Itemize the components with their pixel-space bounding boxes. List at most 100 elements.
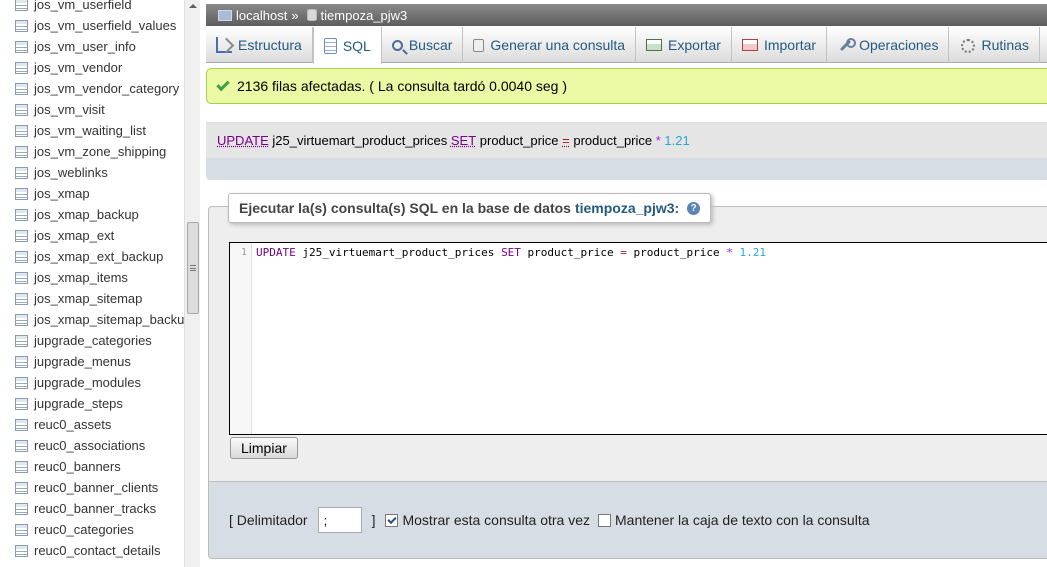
sidebar-table-item[interactable]: jupgrade_categories (0, 330, 184, 351)
tab-sql[interactable]: SQL (312, 27, 382, 64)
keep-box-label[interactable]: Mantener la caja de texto con la consult… (615, 512, 870, 528)
table-icon[interactable] (15, 292, 28, 305)
sidebar-table-item[interactable]: jos_xmap_sitemap_backup (0, 309, 184, 330)
sidebar-table-label[interactable]: jos_xmap_items (34, 270, 128, 285)
table-icon[interactable] (15, 19, 28, 32)
sidebar-table-label[interactable]: jos_xmap_sitemap (34, 291, 142, 306)
sidebar-table-item[interactable]: reuc0_banner_tracks (0, 498, 184, 519)
table-icon[interactable] (15, 439, 28, 452)
sidebar-table-item[interactable]: jos_vm_visit (0, 99, 184, 120)
help-icon[interactable]: ? (687, 201, 701, 215)
sidebar-table-item[interactable]: jos_vm_userfield (0, 0, 184, 15)
sidebar-table-item[interactable]: jos_weblinks (0, 162, 184, 183)
table-icon[interactable] (15, 145, 28, 158)
sidebar-table-item[interactable]: jos_vm_userfield_values (0, 15, 184, 36)
breadcrumb-server[interactable]: localhost (236, 8, 287, 23)
table-icon[interactable] (15, 0, 28, 11)
tab-importar[interactable]: Importar (732, 27, 828, 63)
sidebar-table-label[interactable]: reuc0_banners (34, 459, 121, 474)
table-icon[interactable] (15, 418, 28, 431)
sidebar-table-label[interactable]: reuc0_contact_details (34, 543, 160, 558)
sidebar-table-label[interactable]: reuc0_categories (34, 522, 134, 537)
sidebar-table-label[interactable]: reuc0_banner_tracks (34, 501, 156, 516)
sidebar-table-item[interactable]: jos_vm_user_info (0, 36, 184, 57)
table-icon[interactable] (15, 103, 28, 116)
sidebar-table-item[interactable]: reuc0_assets (0, 414, 184, 435)
sidebar-table-label[interactable]: jupgrade_steps (34, 396, 123, 411)
table-icon[interactable] (15, 397, 28, 410)
sidebar-table-label[interactable]: jos_xmap_ext (34, 228, 114, 243)
table-icon[interactable] (15, 376, 28, 389)
sidebar-table-label[interactable]: reuc0_assets (34, 417, 111, 432)
sidebar-table-item[interactable]: jos_xmap_backup (0, 204, 184, 225)
sidebar-table-item[interactable]: jos_xmap_sitemap (0, 288, 184, 309)
sql-keyword[interactable]: SET (451, 133, 476, 148)
delimiter-input[interactable] (317, 507, 362, 533)
sidebar-table-label[interactable]: jos_weblinks (34, 165, 108, 180)
sidebar-table-item[interactable]: jos_xmap_items (0, 267, 184, 288)
tab-rutinas[interactable]: Rutinas (949, 27, 1040, 63)
sidebar-table-label[interactable]: jos_xmap_sitemap_backup (34, 312, 184, 327)
table-icon[interactable] (15, 481, 28, 494)
table-icon[interactable] (15, 187, 28, 200)
sidebar-table-item[interactable]: reuc0_banners (0, 456, 184, 477)
tab-operaciones[interactable]: Operaciones (827, 27, 950, 63)
show-query-label[interactable]: Mostrar esta consulta otra vez (402, 512, 590, 528)
sidebar-table-item[interactable]: jos_vm_waiting_list (0, 120, 184, 141)
sql-operator[interactable]: = (562, 133, 570, 148)
sidebar-table-item[interactable]: jupgrade_menus (0, 351, 184, 372)
legend-database[interactable]: tiempoza_pjw3: (575, 200, 679, 216)
sql-keyword[interactable]: UPDATE (217, 133, 269, 148)
sidebar-table-label[interactable]: reuc0_banner_clients (34, 480, 158, 495)
table-icon[interactable] (15, 523, 28, 536)
table-icon[interactable] (15, 271, 28, 284)
sidebar-scrollbar[interactable] (184, 0, 200, 567)
sidebar-table-label[interactable]: jos_xmap (34, 186, 90, 201)
sidebar-table-label[interactable]: jupgrade_menus (34, 354, 131, 369)
table-icon[interactable] (15, 334, 28, 347)
sidebar-table-item[interactable]: jos_vm_vendor (0, 57, 184, 78)
sidebar-table-label[interactable]: jupgrade_categories (34, 333, 152, 348)
table-icon[interactable] (15, 229, 28, 242)
sidebar-table-item[interactable]: jos_xmap_ext_backup (0, 246, 184, 267)
tab-buscar[interactable]: Buscar (382, 27, 464, 63)
table-icon[interactable] (15, 82, 28, 95)
scrollbar-thumb[interactable] (187, 222, 199, 314)
table-icon[interactable] (15, 313, 28, 326)
scroll-up-arrow-icon[interactable] (189, 4, 197, 8)
show-query-checkbox[interactable] (385, 513, 399, 527)
sidebar-table-label[interactable]: jos_vm_vendor_category (34, 81, 179, 96)
tab-exportar[interactable]: Exportar (636, 27, 732, 63)
sidebar-table-item[interactable]: reuc0_categories (0, 519, 184, 540)
sidebar-table-item[interactable]: jos_vm_zone_shipping (0, 141, 184, 162)
table-icon[interactable] (15, 208, 28, 221)
table-icon[interactable] (15, 544, 28, 557)
keep-box-checkbox[interactable] (598, 513, 612, 527)
sidebar-table-item[interactable]: jupgrade_modules (0, 372, 184, 393)
breadcrumb-database[interactable]: tiempoza_pjw3 (321, 8, 408, 23)
sidebar-table-item[interactable]: jos_xmap (0, 183, 184, 204)
sidebar-table-label[interactable]: jos_xmap_backup (34, 207, 139, 222)
sidebar-table-item[interactable]: reuc0_associations (0, 435, 184, 456)
sidebar-table-label[interactable]: jos_vm_userfield_values (34, 18, 176, 33)
sidebar-table-label[interactable]: jos_vm_waiting_list (34, 123, 146, 138)
sidebar-table-label[interactable]: jos_xmap_ext_backup (34, 249, 163, 264)
table-icon[interactable] (15, 250, 28, 263)
sidebar-table-item[interactable]: reuc0_contact_details (0, 540, 184, 561)
table-icon[interactable] (15, 460, 28, 473)
editor-code[interactable]: UPDATE j25_virtuemart_product_prices SET… (256, 246, 766, 259)
table-icon[interactable] (15, 502, 28, 515)
table-icon[interactable] (15, 355, 28, 368)
table-icon[interactable] (15, 40, 28, 53)
table-icon[interactable] (15, 166, 28, 179)
sidebar-table-label[interactable]: jos_vm_userfield (34, 0, 132, 12)
clear-button[interactable]: Limpiar (230, 437, 298, 459)
sidebar-table-label[interactable]: jos_vm_visit (34, 102, 105, 117)
sidebar-table-label[interactable]: jos_vm_user_info (34, 39, 136, 54)
table-icon[interactable] (15, 124, 28, 137)
sql-editor[interactable]: 1 UPDATE j25_virtuemart_product_prices S… (229, 242, 1047, 435)
tab-generar-consulta[interactable]: Generar una consulta (463, 27, 637, 63)
table-icon[interactable] (15, 61, 28, 74)
sidebar-table-item[interactable]: jos_xmap_ext (0, 225, 184, 246)
sidebar-table-label[interactable]: jos_vm_zone_shipping (34, 144, 166, 159)
